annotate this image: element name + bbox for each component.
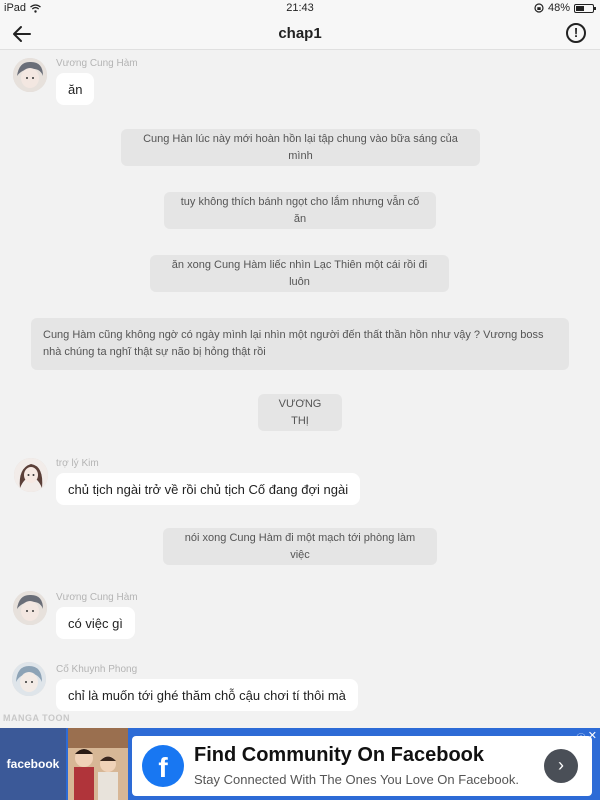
- narration-bubble[interactable]: tuy không thích bánh ngọt cho lắm nhưng …: [164, 192, 436, 229]
- message-bubble[interactable]: có việc gì: [56, 607, 135, 639]
- ad-card[interactable]: f Find Community On Facebook Stay Connec…: [132, 736, 592, 796]
- nav-bar: chap1 !: [0, 18, 600, 50]
- battery-percent: 48%: [547, 2, 570, 14]
- ad-image[interactable]: [68, 728, 128, 800]
- avatar[interactable]: [13, 58, 47, 92]
- avatar[interactable]: [13, 591, 47, 625]
- info-icon[interactable]: ⓘ: [576, 730, 586, 745]
- page-title: chap1: [278, 25, 322, 42]
- sender-name: Vương Cung Hàm: [56, 592, 138, 603]
- chevron-right-icon[interactable]: ›: [544, 749, 578, 783]
- status-time: 21:43: [286, 2, 314, 14]
- narration-bubble[interactable]: ăn xong Cung Hàm liếc nhìn Lạc Thiên một…: [150, 255, 449, 292]
- close-icon[interactable]: ✕: [588, 729, 597, 742]
- avatar[interactable]: [14, 458, 48, 492]
- battery-icon: [574, 3, 596, 13]
- sender-name: trợ lý Kim: [56, 458, 99, 469]
- narration-bubble[interactable]: Cung Hàm cũng không ngờ có ngày mình lại…: [31, 318, 569, 370]
- message-bubble[interactable]: chỉ là muốn tới ghé thăm chỗ cậu chơi tí…: [56, 679, 358, 711]
- message-bubble[interactable]: ăn: [56, 73, 95, 105]
- watermark: MANGA TOON: [3, 713, 70, 723]
- ad-headline[interactable]: Find Community On Facebook: [194, 744, 484, 767]
- report-icon[interactable]: !: [566, 23, 586, 43]
- facebook-logo[interactable]: facebook: [0, 728, 66, 800]
- status-bar: iPad 21:43 48%: [0, 0, 600, 18]
- narration-bubble[interactable]: VƯƠNG THỊ: [258, 394, 342, 431]
- sender-name: Vương Cung Hàm: [56, 58, 138, 69]
- ad-subtext: Stay Connected With The Ones You Love On…: [194, 772, 519, 787]
- status-right: 48%: [534, 2, 596, 14]
- narration-bubble[interactable]: nói xong Cung Hàm đi một mạch tới phòng …: [163, 528, 437, 565]
- sender-name: Cố Khuynh Phong: [56, 664, 138, 675]
- facebook-icon: f: [142, 745, 184, 787]
- orientation-lock-icon: [534, 3, 544, 13]
- ad-banner[interactable]: facebook f Find Community On Facebook St…: [0, 728, 600, 800]
- narration-bubble[interactable]: Cung Hàn lúc này mới hoàn hồn lại tập ch…: [121, 129, 480, 166]
- message-bubble[interactable]: chủ tịch ngài trở về rồi chủ tịch Cố đan…: [56, 473, 361, 505]
- chat-area[interactable]: Vương Cung Hàm ăn Cung Hàn lúc này mới h…: [0, 50, 600, 730]
- avatar[interactable]: [12, 662, 46, 696]
